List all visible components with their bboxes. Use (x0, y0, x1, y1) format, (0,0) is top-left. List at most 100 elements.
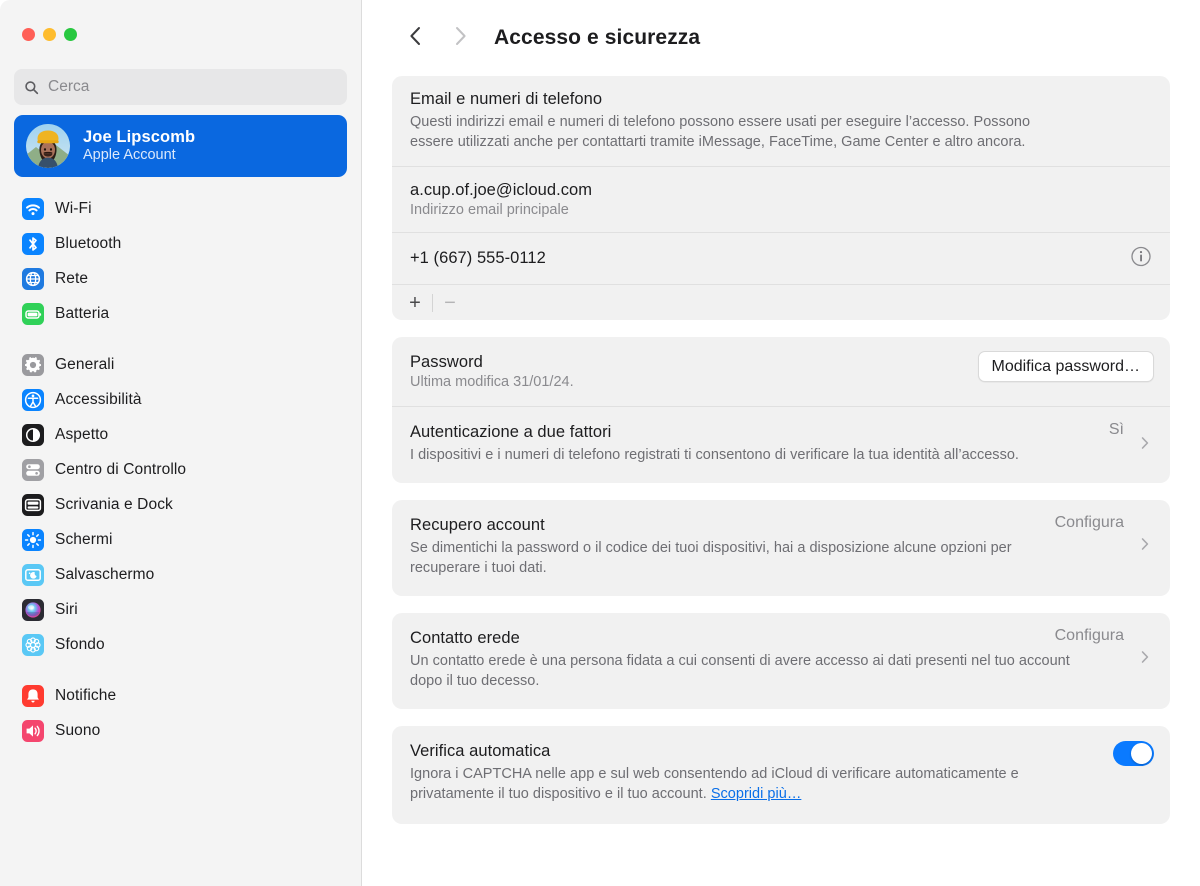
sidebar-item-label: Batteria (55, 304, 110, 322)
accessibility-icon (22, 388, 44, 411)
contacts-header: Email e numeri di telefono Questi indiri… (392, 76, 1170, 166)
account-recovery-row[interactable]: Recupero account Se dimentichi la passwo… (392, 500, 1170, 596)
phone-value: +1 (667) 555-0112 (410, 249, 546, 267)
sidebar-item-label: Siri (55, 600, 78, 618)
sidebar-item-aspetto[interactable]: Aspetto (14, 417, 347, 452)
page-title: Accesso e sicurezza (494, 26, 701, 49)
legacy-contact-description: Un contatto erede è una persona fidata a… (410, 653, 1070, 689)
add-contact-button[interactable]: + (398, 288, 432, 318)
sidebar-item-rete[interactable]: Rete (14, 261, 347, 296)
sidebar-item-batteria[interactable]: Batteria (14, 296, 347, 331)
card-password-and-two-factor: Password Ultima modifica 31/01/24. Modif… (392, 337, 1170, 483)
minimize-button[interactable] (43, 28, 56, 41)
main-content: Accesso e sicurezza Email e numeri di te… (362, 0, 1200, 886)
screensaver-icon (22, 563, 44, 586)
automatic-verification-toggle[interactable] (1113, 741, 1154, 766)
sidebar-item-label: Accessibilità (55, 390, 142, 408)
sidebar-nav: Wi-Fi Bluetooth Rete Batteria Generali A… (0, 191, 361, 748)
back-button[interactable] (394, 16, 438, 60)
sidebar-item-centro-di-controllo[interactable]: Centro di Controllo (14, 452, 347, 487)
displays-icon (22, 528, 44, 551)
sidebar-item-label: Generali (55, 355, 115, 373)
phone-row[interactable]: +1 (667) 555-0112 (392, 232, 1170, 284)
contacts-footer-toolbar: + − (392, 284, 1170, 320)
sidebar-item-notifiche[interactable]: Notifiche (14, 678, 347, 713)
account-recovery-description: Se dimentichi la password o il codice de… (410, 540, 1012, 576)
search-field[interactable] (14, 69, 347, 105)
change-password-button[interactable]: Modifica password… (977, 351, 1154, 382)
search-input[interactable] (48, 78, 337, 96)
card-legacy-contact[interactable]: Contatto erede Un contatto erede è una p… (392, 613, 1170, 709)
card-account-recovery[interactable]: Recupero account Se dimentichi la passwo… (392, 500, 1170, 596)
legacy-contact-row[interactable]: Contatto erede Un contatto erede è una p… (392, 613, 1170, 709)
sidebar-item-label: Schermi (55, 530, 113, 548)
email-subtitle: Indirizzo email principale (410, 202, 569, 218)
sidebar-item-wi-fi[interactable]: Wi-Fi (14, 191, 347, 226)
automatic-verification-title: Verifica automatica (410, 742, 551, 760)
sidebar-group-connectivity: Wi-Fi Bluetooth Rete Batteria (0, 191, 361, 331)
sidebar-item-label: Notifiche (55, 686, 117, 704)
sidebar: Joe Lipscomb Apple Account Wi-Fi (0, 0, 362, 886)
sidebar-item-label: Rete (55, 269, 89, 287)
learn-more-link[interactable]: Scopridi più… (711, 786, 802, 802)
account-name: Joe Lipscomb (83, 127, 196, 146)
window-traffic-lights (0, 0, 361, 41)
sidebar-group-alerts: Notifiche Suono (0, 678, 361, 748)
sidebar-item-apple-account[interactable]: Joe Lipscomb Apple Account (14, 115, 347, 177)
sidebar-divider (0, 331, 361, 347)
sidebar-item-salvaschermo[interactable]: Salvaschermo (14, 557, 347, 592)
forward-button[interactable] (438, 16, 482, 60)
account-recovery-value: Configura (1054, 514, 1124, 531)
account-subtitle: Apple Account (83, 147, 176, 164)
system-settings-window: Joe Lipscomb Apple Account Wi-Fi (0, 0, 1200, 886)
contacts-title: Email e numeri di telefono (410, 90, 603, 108)
wallpaper-icon (22, 633, 44, 656)
two-factor-row[interactable]: Autenticazione a due fattori I dispositi… (392, 406, 1170, 483)
sidebar-item-accessibilita[interactable]: Accessibilità (14, 382, 347, 417)
password-row: Password Ultima modifica 31/01/24. Modif… (392, 337, 1170, 406)
card-email-and-phone-numbers: Email e numeri di telefono Questi indiri… (392, 76, 1170, 320)
toolbar: Accesso e sicurezza (392, 0, 1170, 76)
close-button[interactable] (22, 28, 35, 41)
avatar (26, 124, 70, 168)
sidebar-item-suono[interactable]: Suono (14, 713, 347, 748)
legacy-contact-value: Configura (1054, 627, 1124, 644)
automatic-verification-row: Verifica automatica Ignora i CAPTCHA nel… (392, 726, 1170, 824)
sidebar-item-schermi[interactable]: Schermi (14, 522, 347, 557)
sound-icon (22, 719, 44, 742)
sidebar-item-label: Aspetto (55, 425, 109, 443)
sidebar-item-label: Wi-Fi (55, 199, 92, 217)
wifi-icon (22, 197, 44, 220)
sidebar-item-label: Centro di Controllo (55, 460, 187, 478)
sidebar-item-sfondo[interactable]: Sfondo (14, 627, 347, 662)
remove-contact-button[interactable]: − (433, 288, 467, 318)
appearance-icon (22, 423, 44, 446)
chevron-right-icon[interactable] (1138, 436, 1152, 455)
legacy-contact-title: Contatto erede (410, 629, 520, 647)
notifications-icon (22, 684, 44, 707)
gear-icon (22, 353, 44, 376)
toggle-knob (1131, 743, 1152, 764)
sidebar-item-scrivania-e-dock[interactable]: Scrivania e Dock (14, 487, 347, 522)
sidebar-item-bluetooth[interactable]: Bluetooth (14, 226, 347, 261)
desktop-dock-icon (22, 493, 44, 516)
info-icon[interactable] (1130, 245, 1152, 272)
sidebar-item-generali[interactable]: Generali (14, 347, 347, 382)
battery-icon (22, 302, 44, 325)
chevron-right-icon[interactable] (1138, 650, 1152, 669)
sidebar-item-label: Suono (55, 721, 101, 739)
automatic-verification-description: Ignora i CAPTCHA nelle app e sul web con… (410, 764, 1070, 804)
search-icon (24, 80, 39, 95)
two-factor-title: Autenticazione a due fattori (410, 423, 612, 441)
email-value: a.cup.of.joe@icloud.com (410, 181, 593, 199)
sidebar-group-system: Generali Accessibilità Aspetto Centro di… (0, 347, 361, 662)
email-row[interactable]: a.cup.of.joe@icloud.com Indirizzo email … (392, 166, 1170, 232)
chevron-right-icon[interactable] (1138, 537, 1152, 556)
sidebar-item-siri[interactable]: Siri (14, 592, 347, 627)
sidebar-divider (0, 662, 361, 678)
network-icon (22, 267, 44, 290)
maximize-button[interactable] (64, 28, 77, 41)
control-center-icon (22, 458, 44, 481)
account-recovery-title: Recupero account (410, 516, 545, 534)
siri-icon (22, 598, 44, 621)
